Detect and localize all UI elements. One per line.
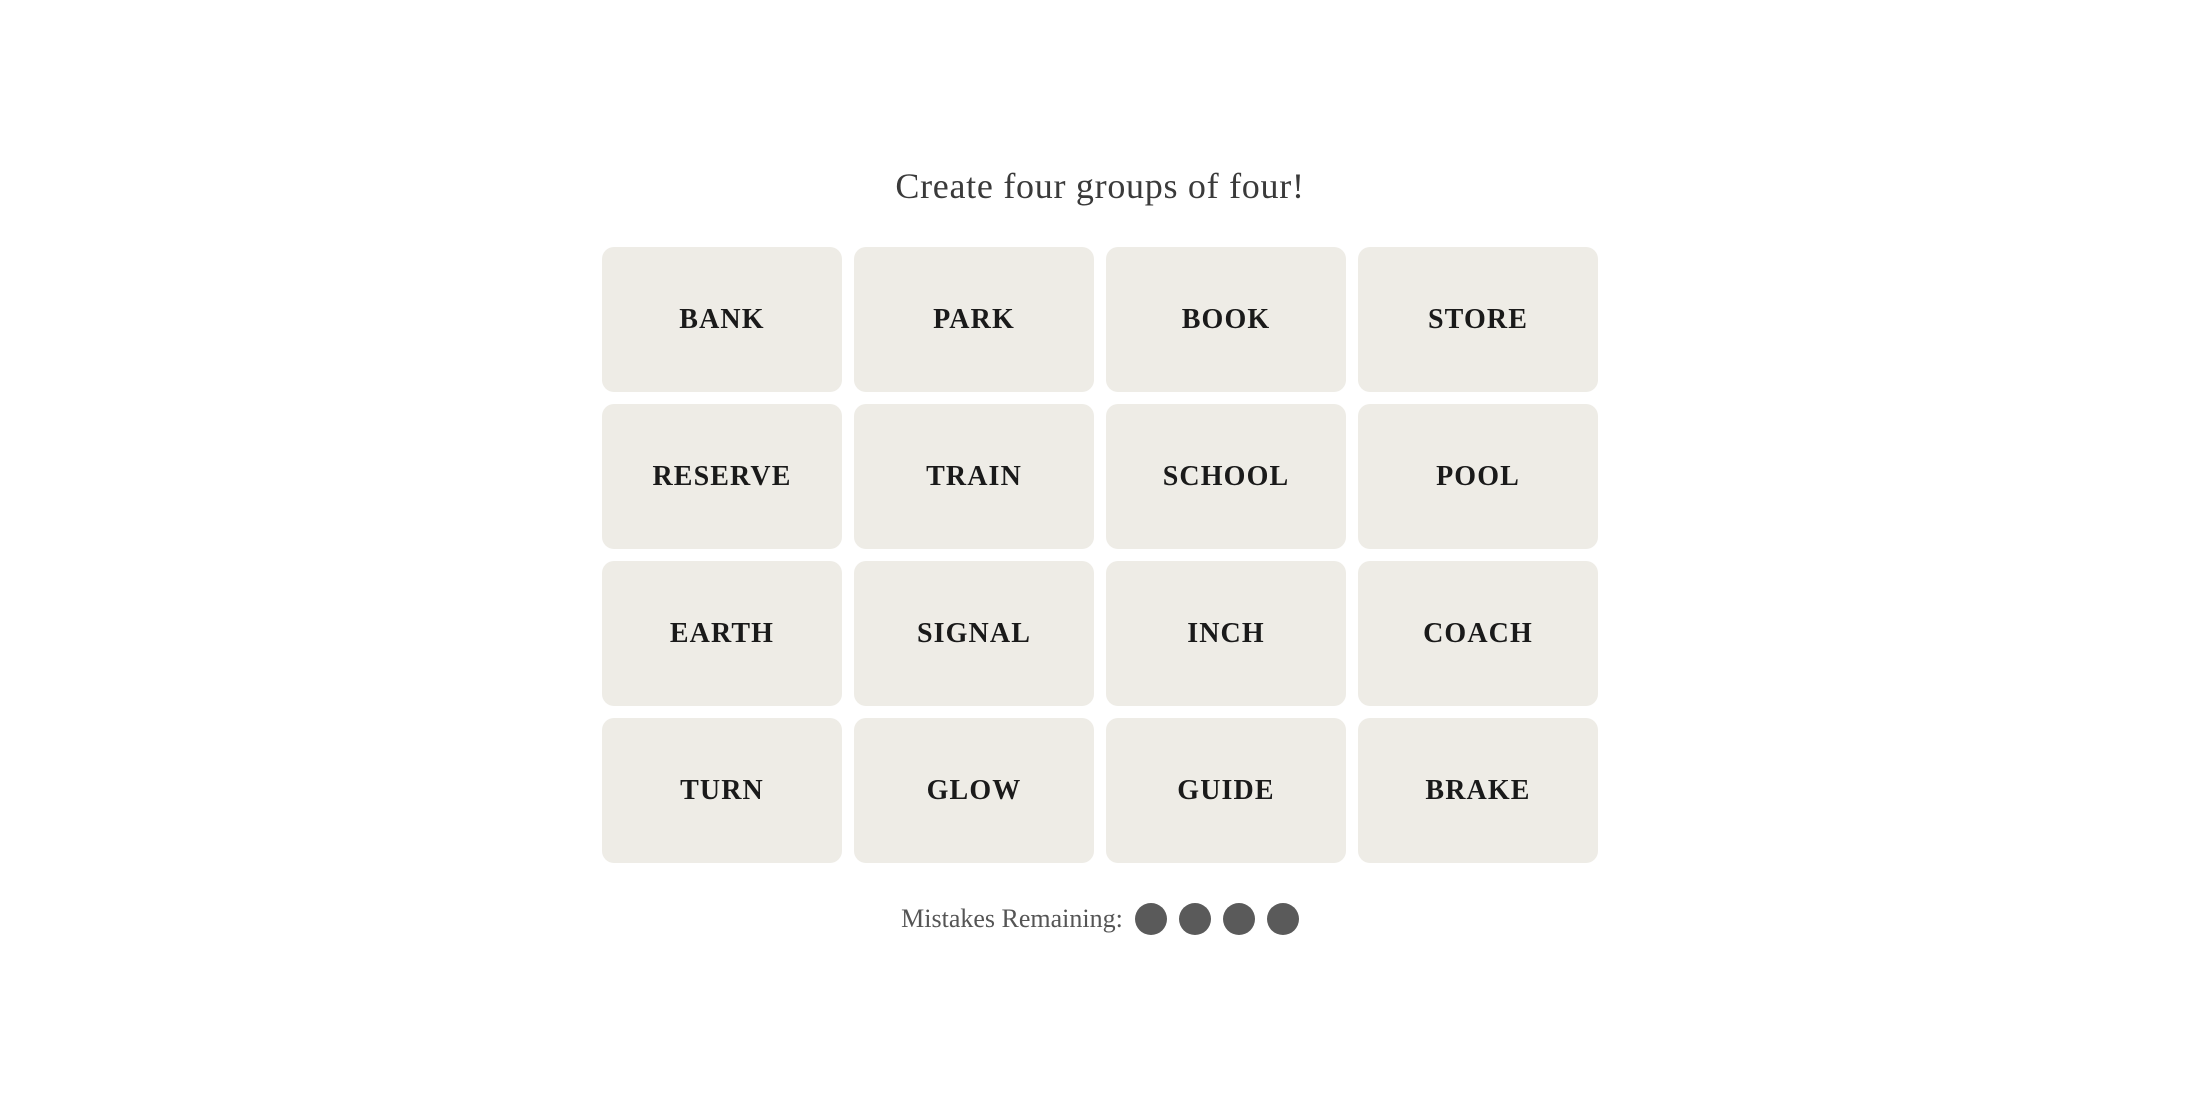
grid-cell-store[interactable]: STORE xyxy=(1358,247,1598,392)
page-container: Create four groups of four! BANK PARK BOOK… xyxy=(0,165,2200,935)
cell-label-bank: BANK xyxy=(679,304,764,336)
cell-label-park: PARK xyxy=(933,304,1015,336)
cell-label-book: BOOK xyxy=(1182,304,1271,336)
grid-cell-guide[interactable]: GUIDE xyxy=(1106,718,1346,863)
grid-cell-pool[interactable]: POOL xyxy=(1358,404,1598,549)
grid-cell-signal[interactable]: SIGNAL xyxy=(854,561,1094,706)
grid-cell-bank[interactable]: BANK xyxy=(602,247,842,392)
cell-label-coach: COACH xyxy=(1423,618,1533,650)
cell-label-glow: GLOW xyxy=(927,775,1022,807)
grid-cell-turn[interactable]: TURN xyxy=(602,718,842,863)
cell-label-inch: INCH xyxy=(1187,618,1265,650)
cell-label-guide: GUIDE xyxy=(1177,775,1274,807)
grid-cell-glow[interactable]: GLOW xyxy=(854,718,1094,863)
grid-cell-brake[interactable]: BRAKE xyxy=(1358,718,1598,863)
mistake-dot-4 xyxy=(1267,903,1299,935)
grid-cell-inch[interactable]: INCH xyxy=(1106,561,1346,706)
mistake-dot-3 xyxy=(1223,903,1255,935)
cell-label-school: SCHOOL xyxy=(1163,461,1290,493)
mistake-dot-2 xyxy=(1179,903,1211,935)
mistakes-row: Mistakes Remaining: xyxy=(901,903,1299,935)
cell-label-pool: POOL xyxy=(1436,461,1520,493)
cell-label-reserve: RESERVE xyxy=(652,461,791,493)
grid-cell-reserve[interactable]: RESERVE xyxy=(602,404,842,549)
mistake-dot-1 xyxy=(1135,903,1167,935)
word-grid: BANK PARK BOOK STORE RESERVE TRAIN SCHOOL POOL E… xyxy=(602,247,1598,863)
cell-label-train: TRAIN xyxy=(926,461,1022,493)
cell-label-store: STORE xyxy=(1428,304,1528,336)
cell-label-signal: SIGNAL xyxy=(917,618,1031,650)
grid-cell-train[interactable]: TRAIN xyxy=(854,404,1094,549)
grid-cell-earth[interactable]: EARTH xyxy=(602,561,842,706)
mistakes-dots xyxy=(1135,903,1299,935)
grid-cell-book[interactable]: BOOK xyxy=(1106,247,1346,392)
grid-cell-park[interactable]: PARK xyxy=(854,247,1094,392)
cell-label-turn: TURN xyxy=(680,775,764,807)
cell-label-brake: BRAKE xyxy=(1425,775,1530,807)
subtitle: Create four groups of four! xyxy=(895,165,1304,207)
cell-label-earth: EARTH xyxy=(670,618,774,650)
grid-cell-coach[interactable]: COACH xyxy=(1358,561,1598,706)
mistakes-label: Mistakes Remaining: xyxy=(901,904,1123,934)
grid-cell-school[interactable]: SCHOOL xyxy=(1106,404,1346,549)
